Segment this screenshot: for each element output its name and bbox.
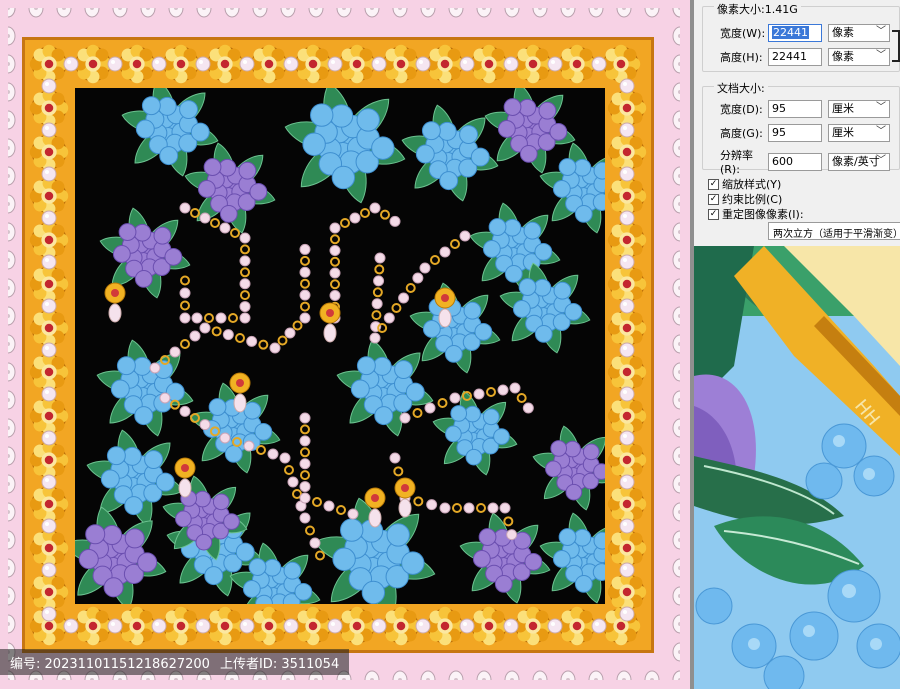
- chevron-down-icon: ﹀: [876, 50, 886, 61]
- resolution-unit-select[interactable]: 像素/英寸 ﹀: [828, 152, 890, 171]
- doc-width-unit-select[interactable]: 厘米 ﹀: [828, 100, 890, 118]
- watermark-bar: 编号: 20231101151218627200 上传者ID: 3511054: [0, 649, 350, 675]
- check-icon: ✓: [708, 208, 719, 220]
- chevron-down-icon: ﹀: [876, 102, 886, 113]
- watermark-id-value: 20231101151218627200: [44, 656, 210, 672]
- resolution-label: 分辨率(R):: [720, 149, 753, 176]
- scale-styles-checkbox[interactable]: ✓ 缩放样式(Y): [708, 176, 781, 192]
- document-size-title: 文档大小:: [714, 80, 768, 96]
- resample-method-select[interactable]: 两次立方（适用于平滑渐变）: [768, 222, 900, 240]
- doc-height-unit-select[interactable]: 厘米 ﹀: [828, 124, 890, 142]
- doc-height-input[interactable]: 95: [768, 124, 822, 142]
- pixel-width-input[interactable]: 22441: [768, 24, 822, 42]
- check-icon: ✓: [708, 193, 719, 205]
- hydrangea-pearl-pattern: [75, 88, 605, 604]
- image-size-dialog: 像素大小:1.41G 宽度(W): 22441 像素 ﹀ 高度(H): 22441…: [690, 0, 900, 246]
- zoom-preview-canvas: HH: [690, 246, 900, 689]
- pixel-height-unit-select[interactable]: 像素 ﹀: [828, 48, 890, 66]
- watermark-uploader-label: 上传者ID: [219, 656, 273, 672]
- zoom-preview-pattern: HH: [694, 246, 900, 689]
- pixel-height-label: 高度(H):: [720, 51, 763, 64]
- chevron-down-icon: ﹀: [876, 26, 886, 37]
- pixel-size-title: 像素大小:1.41G: [714, 1, 801, 17]
- check-icon: ✓: [708, 178, 719, 190]
- pixel-width-unit-select[interactable]: 像素 ﹀: [828, 24, 890, 42]
- scarf-black-center: [75, 88, 605, 604]
- link-bracket-icon: [892, 30, 900, 62]
- watermark-id-label: 编号: [10, 656, 37, 672]
- artwork-canvas[interactable]: 编号: 20231101151218627200 上传者ID: 3511054: [0, 0, 690, 689]
- chevron-down-icon: ﹀: [876, 126, 886, 137]
- doc-width-input[interactable]: 95: [768, 100, 822, 118]
- doc-width-label: 宽度(D):: [720, 103, 763, 116]
- pixel-height-input[interactable]: 22441: [768, 48, 822, 66]
- constrain-proportions-checkbox[interactable]: ✓ 约束比例(C): [708, 191, 782, 207]
- resolution-input[interactable]: 600: [768, 152, 822, 171]
- scarf-gold-border: [22, 37, 654, 653]
- doc-height-label: 高度(G):: [720, 127, 763, 140]
- chevron-down-icon: ﹀: [876, 154, 886, 166]
- watermark-uploader-value: 3511054: [281, 656, 340, 672]
- resample-checkbox[interactable]: ✓ 重定图像像素(I):: [708, 206, 804, 222]
- pixel-width-label: 宽度(W):: [720, 27, 766, 40]
